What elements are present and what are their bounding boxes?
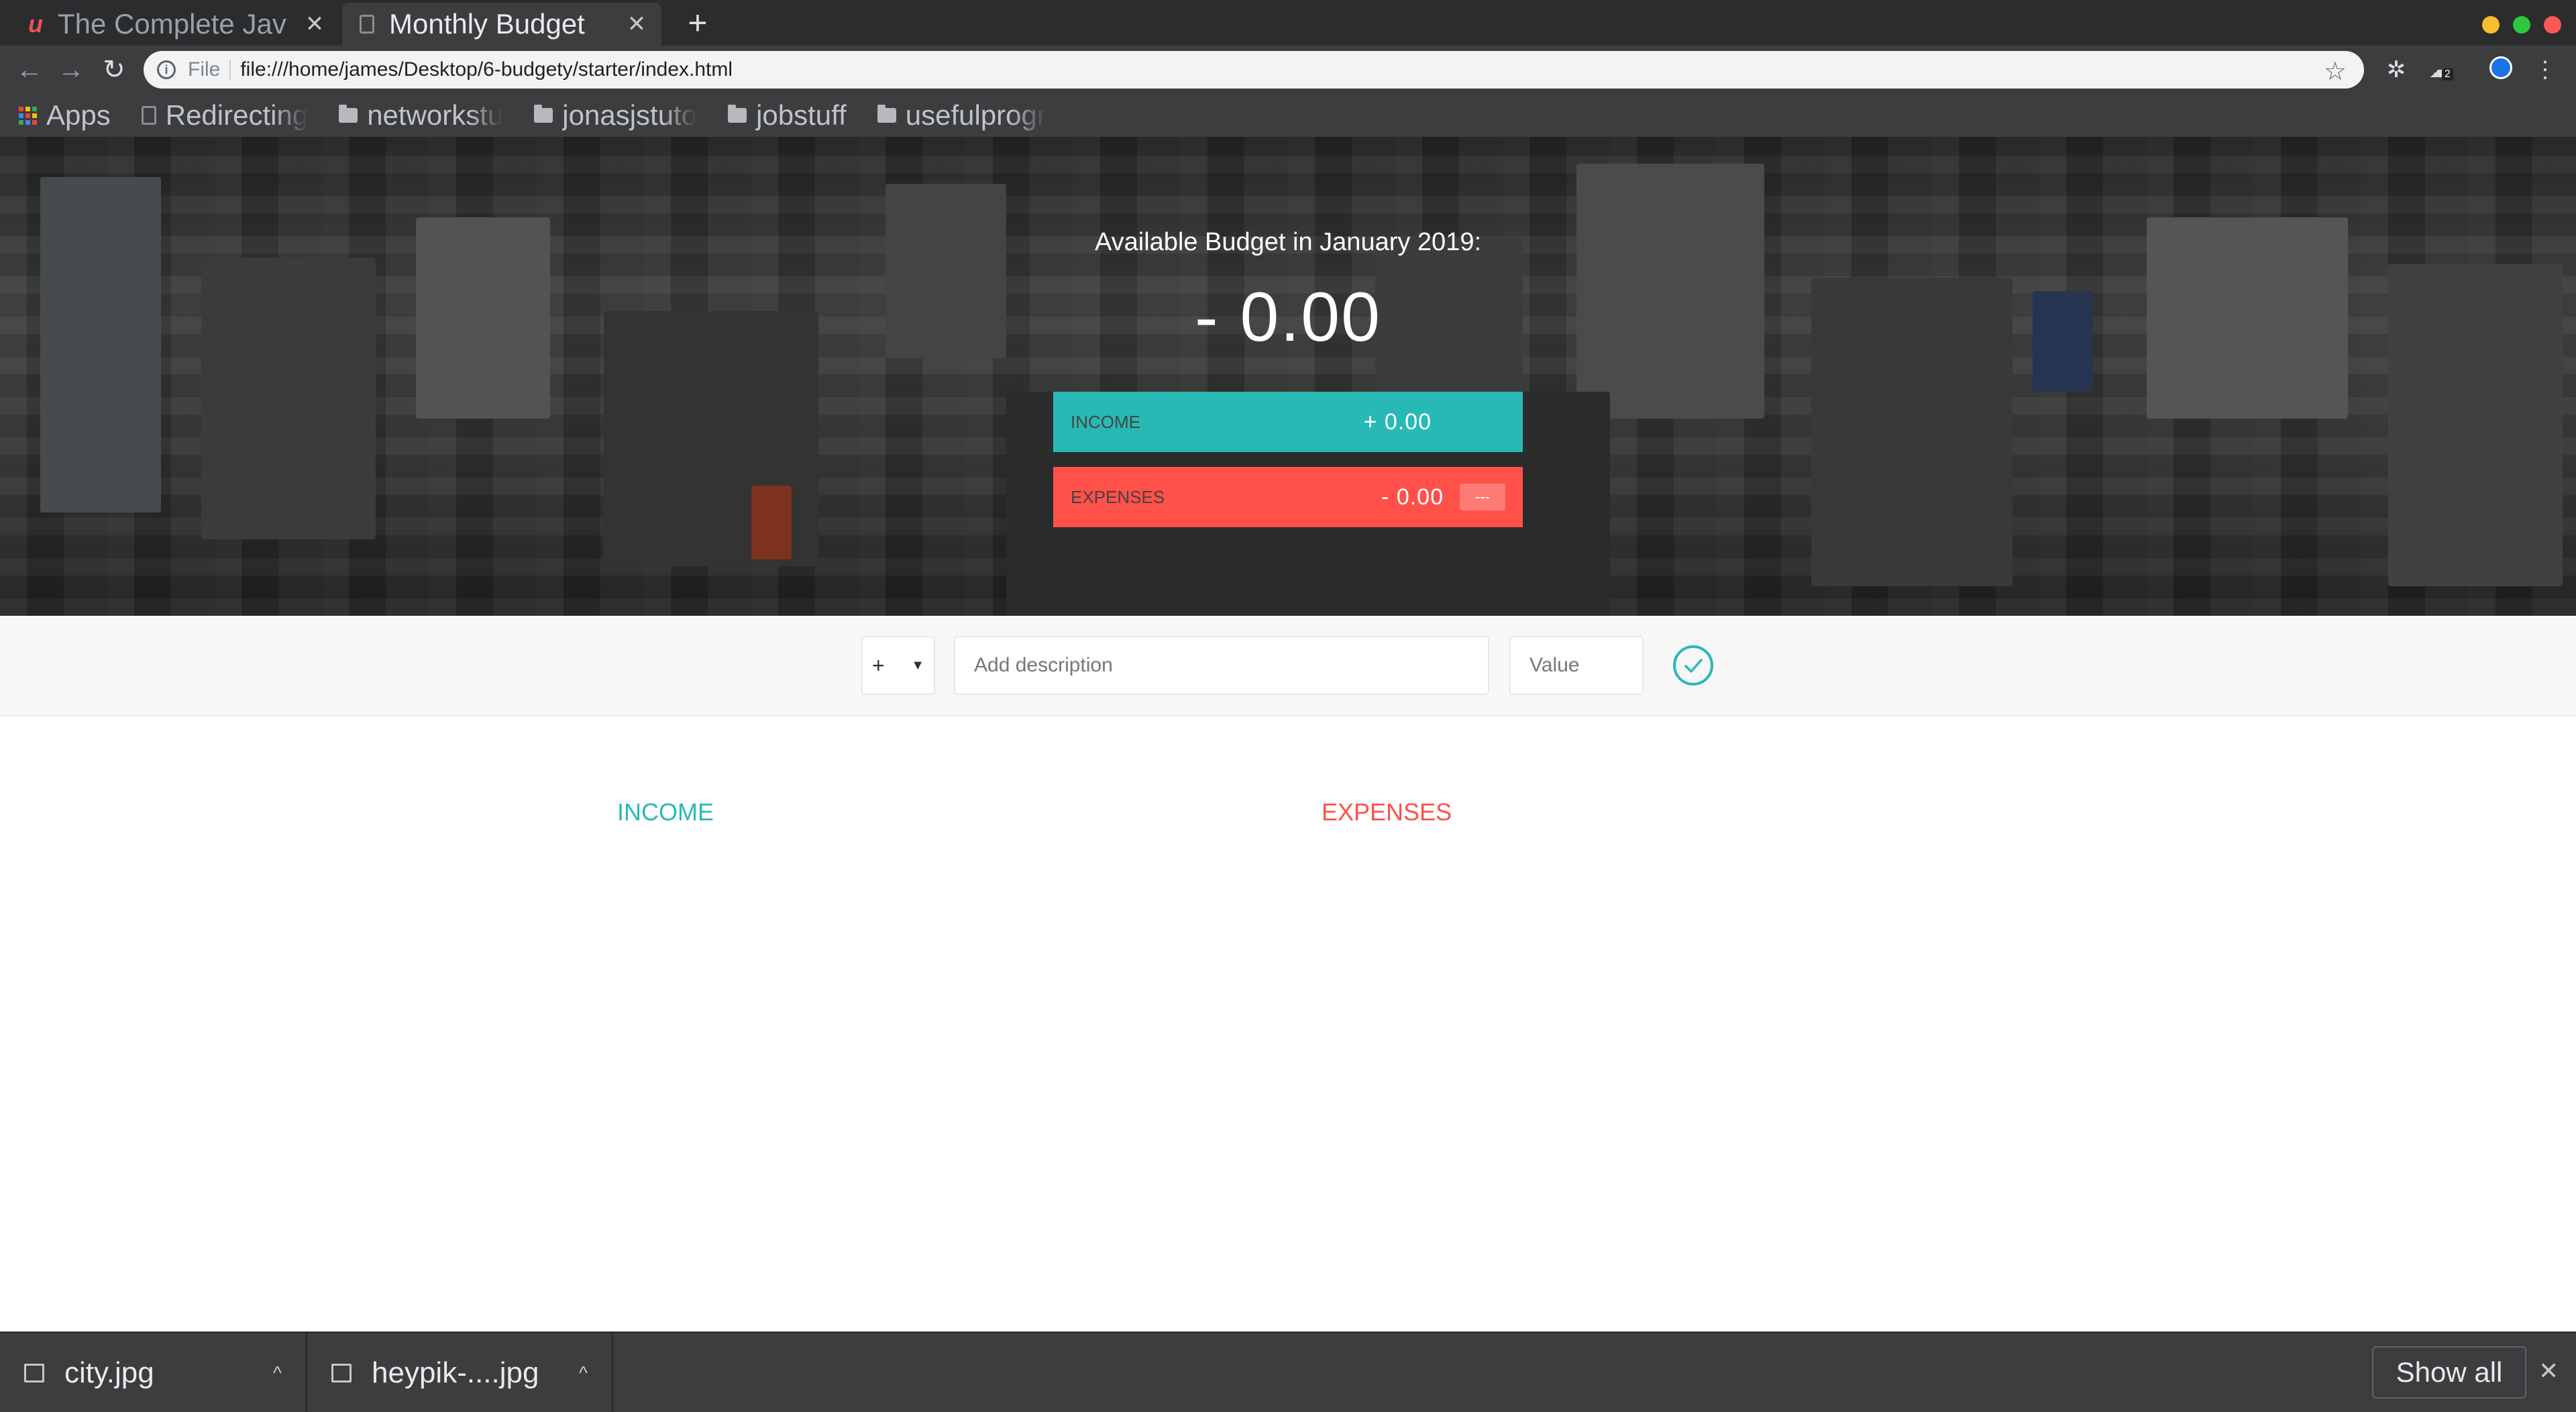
folder-icon — [877, 105, 896, 123]
budget-expenses-value: - 0.00 — [1381, 484, 1444, 510]
bookmark-label: jonasjstuto — [562, 99, 698, 131]
bookmark-label: Apps — [46, 99, 111, 131]
budget-income-label: Income — [1071, 411, 1140, 432]
budget-expenses-label: Expenses — [1071, 486, 1165, 507]
tab-close-icon[interactable]: ✕ — [625, 11, 648, 38]
browser-toolbar: ← → ↻ i File file:///home/james/Desktop/… — [0, 46, 2576, 94]
reload-button[interactable]: ↻ — [98, 54, 130, 86]
budget-income-value: + 0.00 — [1363, 409, 1432, 435]
budget-expenses-percentage: --- — [1460, 484, 1505, 510]
tab-complete-javascript[interactable]: u The Complete Jav ✕ — [11, 3, 339, 46]
description-input[interactable] — [954, 636, 1489, 695]
expenses-list-title: Expenses — [1322, 798, 1452, 826]
add-item-button[interactable] — [1673, 645, 1713, 686]
bookmarks-bar: Apps Redirecting networkstu jonasjstuto … — [0, 94, 2576, 137]
hero-overlay — [0, 137, 2576, 616]
profile-avatar-icon[interactable] — [2487, 56, 2514, 83]
file-icon — [331, 1364, 352, 1382]
site-info-icon[interactable]: i — [157, 60, 176, 79]
checkmark-icon — [1684, 659, 1703, 673]
bookmark-label: networkstu — [367, 99, 504, 131]
folder-icon — [534, 105, 553, 123]
close-window-button[interactable] — [2544, 16, 2561, 34]
type-select[interactable]: + ▼ — [861, 636, 935, 695]
apps-grid-icon — [19, 106, 37, 125]
bookmark-folder-jobstuff[interactable]: jobstuff — [728, 99, 847, 131]
tab-close-icon[interactable]: ✕ — [303, 11, 326, 38]
folder-icon — [339, 105, 358, 123]
bookmark-folder-jonasjstuto[interactable]: jonasjstuto — [534, 99, 697, 131]
tab-title: Monthly Budget — [389, 8, 585, 40]
chevron-down-icon: ▼ — [911, 657, 924, 673]
show-all-button[interactable]: Show all — [2372, 1346, 2526, 1399]
type-select-value: + — [872, 653, 885, 677]
budget-hero: Available Budget in January 2019: - 0.00… — [0, 137, 2576, 616]
new-tab-button[interactable]: + — [679, 4, 716, 42]
extension-cloud-icon[interactable]: ☁ 2 — [2427, 56, 2454, 83]
download-item[interactable]: heypik-....jpg ^ — [307, 1333, 613, 1412]
close-shelf-icon[interactable]: ✕ — [2538, 1357, 2559, 1385]
budget-income-panel: Income + 0.00 — [1053, 392, 1523, 452]
page-icon — [141, 106, 156, 125]
bookmark-label: jobstuff — [756, 99, 847, 131]
chevron-up-icon[interactable]: ^ — [273, 1362, 282, 1384]
menu-kebab-icon[interactable]: ⋮ — [2532, 56, 2559, 83]
tab-title: The Complete Jav — [58, 8, 286, 40]
bookmark-label: usefulprogr — [905, 99, 1046, 131]
url-scheme-label: File — [188, 58, 221, 80]
download-filename: city.jpg — [64, 1356, 154, 1389]
udemy-favicon-icon: u — [28, 10, 43, 38]
bookmark-star-icon[interactable]: ☆ — [2324, 56, 2347, 87]
download-shelf: city.jpg ^ heypik-....jpg ^ Show all ✕ — [0, 1332, 2576, 1412]
address-bar[interactable]: i File file:///home/james/Desktop/6-budg… — [144, 51, 2364, 89]
bookmark-label: Redirecting — [165, 99, 309, 131]
download-item[interactable]: city.jpg ^ — [0, 1333, 307, 1412]
folder-icon — [728, 105, 747, 123]
extension-gear-icon[interactable]: ✲ — [2383, 56, 2410, 83]
budget-value: - 0.00 — [1195, 278, 1381, 356]
value-input[interactable] — [1509, 636, 1644, 695]
page-favicon-icon — [356, 13, 378, 36]
download-filename: heypik-....jpg — [372, 1356, 539, 1389]
bookmark-folder-networkstu[interactable]: networkstu — [339, 99, 503, 131]
bookmark-apps[interactable]: Apps — [19, 99, 111, 131]
browser-tab-strip: u The Complete Jav ✕ Monthly Budget ✕ + — [0, 0, 2576, 46]
back-button[interactable]: ← — [13, 54, 46, 86]
url-text[interactable]: file:///home/james/Desktop/6-budgety/sta… — [240, 58, 733, 81]
income-list-title: Income — [617, 798, 714, 826]
file-icon — [24, 1364, 44, 1382]
omnibox-separator — [229, 60, 231, 80]
bookmark-redirecting[interactable]: Redirecting — [141, 99, 309, 131]
budget-expenses-panel: Expenses - 0.00 --- — [1053, 467, 1523, 527]
tab-monthly-budget[interactable]: Monthly Budget ✕ — [342, 3, 661, 46]
add-item-bar: + ▼ — [0, 616, 2576, 716]
extension-badge: 2 — [2442, 68, 2453, 80]
forward-button[interactable]: → — [55, 54, 87, 86]
budget-title: Available Budget in January 2019: — [1094, 228, 1482, 256]
chevron-up-icon[interactable]: ^ — [579, 1362, 588, 1384]
minimize-window-button[interactable] — [2482, 16, 2500, 34]
bookmark-folder-usefulprogr[interactable]: usefulprogr — [877, 99, 1046, 131]
maximize-window-button[interactable] — [2513, 16, 2530, 34]
